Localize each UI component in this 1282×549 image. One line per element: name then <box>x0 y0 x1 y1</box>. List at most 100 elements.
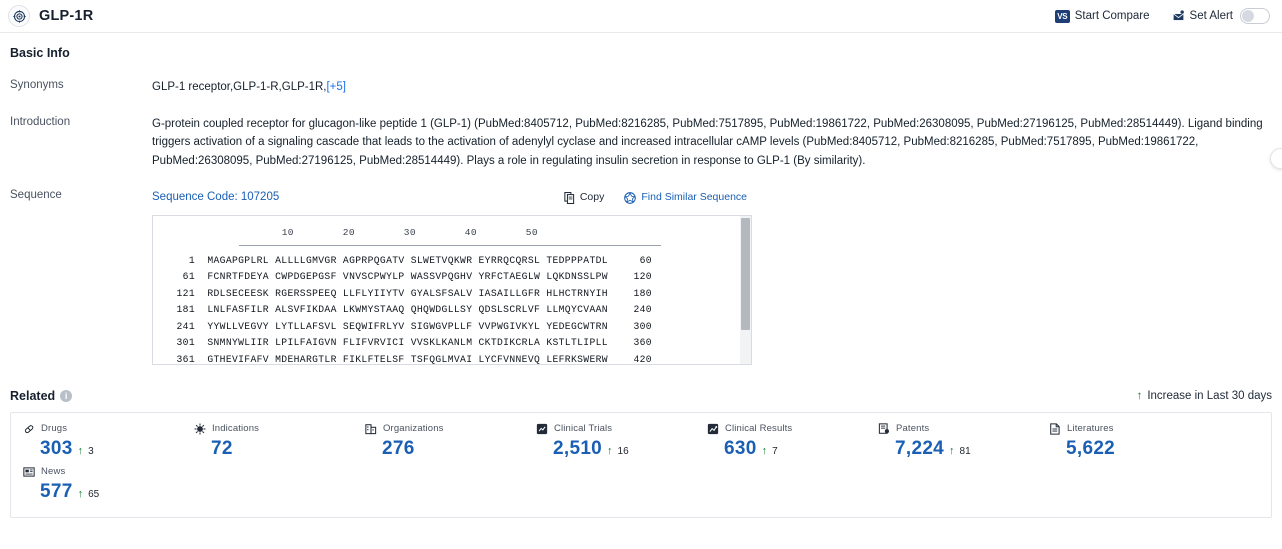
pubmed-link[interactable]: 28514449 <box>1126 118 1177 130</box>
sequence-start-index: 1 <box>163 253 195 270</box>
sequence-end-index: 420 <box>608 352 652 365</box>
stat-header: Clinical Trials <box>536 423 695 435</box>
sequence-row: Sequence Sequence Code: 107205 <box>10 188 1272 365</box>
stat-value[interactable]: 5,622 <box>1066 438 1115 460</box>
sequence-start-index: 301 <box>163 335 195 352</box>
stat-increase-value: 7 <box>772 446 778 457</box>
start-compare-button[interactable]: VS Start Compare <box>1055 10 1150 23</box>
introduction-text-segment: , PubMed: <box>867 118 919 130</box>
pubmed-link[interactable]: 8405712 <box>524 118 569 130</box>
introduction-row: Introduction G-protein coupled receptor … <box>10 115 1272 171</box>
stat-value[interactable]: 72 <box>211 438 233 460</box>
sequence-residues: GTHEVIFAFV MDEHARGTLR FIKLFTELSF TSFQGLM… <box>195 354 608 365</box>
related-stat-drugs[interactable]: Drugs303↑3 <box>11 423 182 460</box>
related-stat-patents[interactable]: Patents 7,224 ↑ 81 <box>866 423 1037 460</box>
sequence-line: 181 LNLFASFILR ALSVFIKDAA LKWMYSTAAQ QHQ… <box>153 302 751 319</box>
pubmed-link[interactable]: 8216285 <box>950 136 995 148</box>
capsule-icon <box>23 423 35 435</box>
stat-label: Patents <box>896 423 929 434</box>
target-icon <box>8 5 30 27</box>
sequence-ruler-line <box>239 245 661 246</box>
sequence-residues: MAGAPGPLRL ALLLLGMVGR AGPRPQGATV SLWETVQ… <box>195 255 608 266</box>
find-similar-label: Find Similar Sequence <box>641 188 747 207</box>
stat-increase-arrow-icon: ↑ <box>949 445 955 457</box>
related-title-wrap: Related i <box>10 389 72 403</box>
introduction-label: Introduction <box>10 115 152 171</box>
stat-body: 630↑7 <box>707 438 866 460</box>
introduction-text-segment: , PubMed: <box>1074 118 1126 130</box>
sequence-scrollbar-thumb[interactable] <box>741 218 750 330</box>
synonyms-more-link[interactable]: [+5] <box>326 81 346 93</box>
page-content: Basic Info Synonyms GLP-1 receptor,GLP-1… <box>0 33 1282 518</box>
legend-label: Increase in Last 30 days <box>1147 390 1272 402</box>
vs-icon: VS <box>1055 10 1070 23</box>
literature-icon <box>1049 423 1061 435</box>
sequence-header: Sequence Code: 107205 Copy <box>152 188 1272 207</box>
building-icon <box>365 423 377 435</box>
related-stat-literatures[interactable]: Literatures5,622 <box>1037 423 1208 460</box>
stat-body: 303 ↑ 3 <box>23 438 182 460</box>
set-alert-toggle[interactable] <box>1240 8 1270 24</box>
sequence-viewer: 10 20 30 40 50 1 MAGAPGPLRL ALLLLGMVGR A… <box>152 215 752 365</box>
stat-increase-arrow-icon: ↑ <box>78 445 84 457</box>
sequence-line: 241 YYWLLVEGVY LYTLLAFSVL SEQWIFRLYV SIG… <box>153 319 751 336</box>
related-title: Related <box>10 389 55 403</box>
pubmed-link[interactable]: 7517895 <box>718 118 763 130</box>
introduction-text-segment: , PubMed: <box>666 118 718 130</box>
synonyms-text: GLP-1 receptor,GLP-1-R,GLP-1R, <box>152 81 326 93</box>
set-alert-button[interactable]: Set Alert <box>1172 8 1270 24</box>
introduction-text-segment: , PubMed: <box>353 155 405 167</box>
pubmed-link[interactable]: 19861722 <box>816 118 867 130</box>
set-alert-label: Set Alert <box>1190 10 1233 22</box>
find-similar-sequence-button[interactable]: Find Similar Sequence <box>624 188 747 207</box>
sequence-residues: FCNRTFDEYA CWPDGEPGSF VNVSCPWYLP WASSVPQ… <box>195 271 608 282</box>
related-stat-indications[interactable]: Indications72 <box>182 423 353 460</box>
sequence-line: 1 MAGAPGPLRL ALLLLGMVGR AGPRPQGATV SLWET… <box>153 253 751 270</box>
pubmed-link[interactable]: 8216285 <box>621 118 666 130</box>
stat-increase-value: 81 <box>960 446 971 457</box>
related-stat-news[interactable]: News577↑65 <box>11 466 182 503</box>
pubmed-link[interactable]: 7517895 <box>1047 136 1092 148</box>
pubmed-link[interactable]: 28514449 <box>405 155 456 167</box>
stat-body: 72 <box>194 438 353 460</box>
stat-body: 577↑65 <box>23 481 182 503</box>
pubmed-link[interactable]: 19861722 <box>1144 136 1195 148</box>
pubmed-link[interactable]: 27196125 <box>1023 118 1074 130</box>
pubmed-link[interactable]: 26308095 <box>919 118 970 130</box>
stat-label: Clinical Trials <box>554 423 612 434</box>
stat-value[interactable]: 276 <box>382 438 415 460</box>
sequence-ruler: 10 20 30 40 50 <box>153 224 751 243</box>
sequence-residues: LNLFASFILR ALSVFIKDAA LKWMYSTAAQ QHQWDGL… <box>195 304 608 315</box>
introduction-text-segment: , PubMed: <box>763 118 815 130</box>
pubmed-link[interactable]: 8405712 <box>852 136 897 148</box>
stat-increase-value: 3 <box>88 446 94 457</box>
stat-value[interactable]: 303 <box>40 438 73 460</box>
sequence-rows: 1 MAGAPGPLRL ALLLLGMVGR AGPRPQGATV SLWET… <box>153 253 751 365</box>
sequence-residues: RDLSECEESK RGERSSPEEQ LLFLYIIYTV GYALSFS… <box>195 288 608 299</box>
page-title: GLP-1R <box>39 8 93 24</box>
copy-button[interactable]: Copy <box>564 188 605 207</box>
info-icon[interactable]: i <box>60 390 72 402</box>
stat-value[interactable]: 2,510 <box>553 438 602 460</box>
stat-value[interactable]: 7,224 <box>895 438 944 460</box>
stat-value[interactable]: 630 <box>724 438 757 460</box>
stat-body: 5,622 <box>1049 438 1208 460</box>
pubmed-link[interactable]: 26308095 <box>198 155 249 167</box>
related-stat-organizations[interactable]: Organizations 276 <box>353 423 524 460</box>
related-stat-clinical-results[interactable]: Clinical Results630↑7 <box>695 423 866 460</box>
sequence-start-index: 121 <box>163 286 195 303</box>
top-bar-actions: VS Start Compare Set Alert <box>1055 8 1270 24</box>
sequence-tools: Copy Find Similar Sequence <box>564 188 1272 207</box>
introduction-text-segment: , PubMed: <box>994 136 1046 148</box>
sequence-line: 361 GTHEVIFAFV MDEHARGTLR FIKLFTELSF TSF… <box>153 352 751 365</box>
related-stat-clinical-trials[interactable]: Clinical Trials2,510↑16 <box>524 423 695 460</box>
sequence-code[interactable]: Sequence Code: 107205 <box>152 188 279 207</box>
stat-header: Organizations <box>365 423 524 435</box>
sequence-scrollbar[interactable] <box>740 216 751 364</box>
pubmed-link[interactable]: 27196125 <box>302 155 353 167</box>
sequence-panel: Sequence Code: 107205 Copy <box>152 188 1272 365</box>
alert-bell-icon <box>1172 10 1185 22</box>
stat-increase-value: 16 <box>618 446 629 457</box>
stat-value[interactable]: 577 <box>40 481 73 503</box>
introduction-text-segment: G-protein coupled receptor for glucagon-… <box>152 118 524 130</box>
